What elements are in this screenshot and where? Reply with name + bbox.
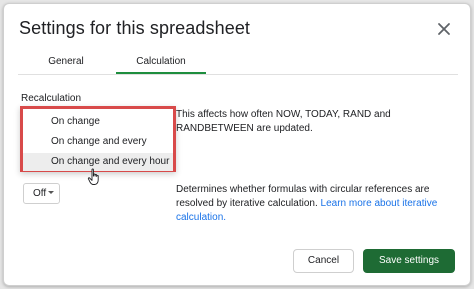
recalculation-description: This affects how often NOW, TODAY, RAND … xyxy=(176,109,391,134)
tab-divider xyxy=(18,74,458,75)
iterative-calculation-select[interactable]: Off xyxy=(23,183,60,204)
iterative-select-value: Off xyxy=(33,188,47,199)
close-icon[interactable] xyxy=(432,17,456,41)
option-on-change[interactable]: On change xyxy=(23,113,173,131)
hand-cursor-icon xyxy=(87,168,103,186)
save-settings-button[interactable]: Save settings xyxy=(363,249,455,273)
dialog-title: Settings for this spreadsheet xyxy=(19,18,251,38)
tab-calculation[interactable]: Calculation xyxy=(116,52,206,74)
settings-tabs: General Calculation xyxy=(18,52,458,76)
option-on-change-every-minute[interactable]: On change and every minute xyxy=(23,133,173,165)
settings-dialog: Settings for this spreadsheet General Ca… xyxy=(3,3,471,286)
cancel-button[interactable]: Cancel xyxy=(293,249,354,273)
screen-background: Settings for this spreadsheet General Ca… xyxy=(0,0,474,289)
option-label: On change xyxy=(51,116,100,127)
option-label: On change and every hour xyxy=(51,156,170,167)
recalculation-label: Recalculation xyxy=(21,93,82,104)
recalculation-dropdown-menu: On change On change and every minute On … xyxy=(20,106,176,172)
tab-general-label: General xyxy=(48,56,84,67)
caret-down-icon xyxy=(48,191,54,194)
tab-calculation-label: Calculation xyxy=(136,56,186,67)
tab-general[interactable]: General xyxy=(18,52,114,74)
iterative-description-block: Determines whether formulas with circula… xyxy=(176,183,461,225)
